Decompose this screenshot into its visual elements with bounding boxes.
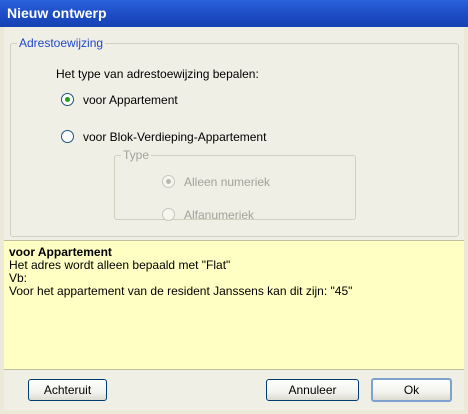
radio-block-floor-apartment-label[interactable]: voor Blok-Verdieping-Appartement xyxy=(83,130,266,144)
info-line: Voor het appartement van de resident Jan… xyxy=(9,284,353,298)
radio-alphanumeric xyxy=(162,208,175,221)
assignment-prompt: Het type van adrestoewijzing bepalen: xyxy=(56,67,259,81)
radio-apartment[interactable] xyxy=(61,93,74,106)
info-line: Het adres wordt alleen bepaald met "Flat… xyxy=(9,258,231,272)
radio-apartment-label[interactable]: voor Appartement xyxy=(83,93,178,107)
cancel-button[interactable]: Annuleer xyxy=(266,379,359,401)
info-panel: voor Appartement Het adres wordt alleen … xyxy=(4,240,464,370)
radio-numeric-only xyxy=(162,175,175,188)
radio-alphanumeric-label: Alfanumeriek xyxy=(184,208,255,222)
type-legend: Type xyxy=(123,148,150,162)
ok-button[interactable]: Ok xyxy=(371,378,452,402)
window-title: Nieuw ontwerp xyxy=(7,5,107,21)
address-assignment-legend: Adrestoewijzing xyxy=(19,36,104,50)
dialog-body: Adrestoewijzing Het type van adrestoewij… xyxy=(4,27,464,410)
back-button[interactable]: Achteruit xyxy=(28,379,107,401)
title-bar: Nieuw ontwerp xyxy=(0,0,468,27)
radio-block-floor-apartment[interactable] xyxy=(61,130,74,143)
radio-numeric-only-label: Alleen numeriek xyxy=(184,175,271,189)
